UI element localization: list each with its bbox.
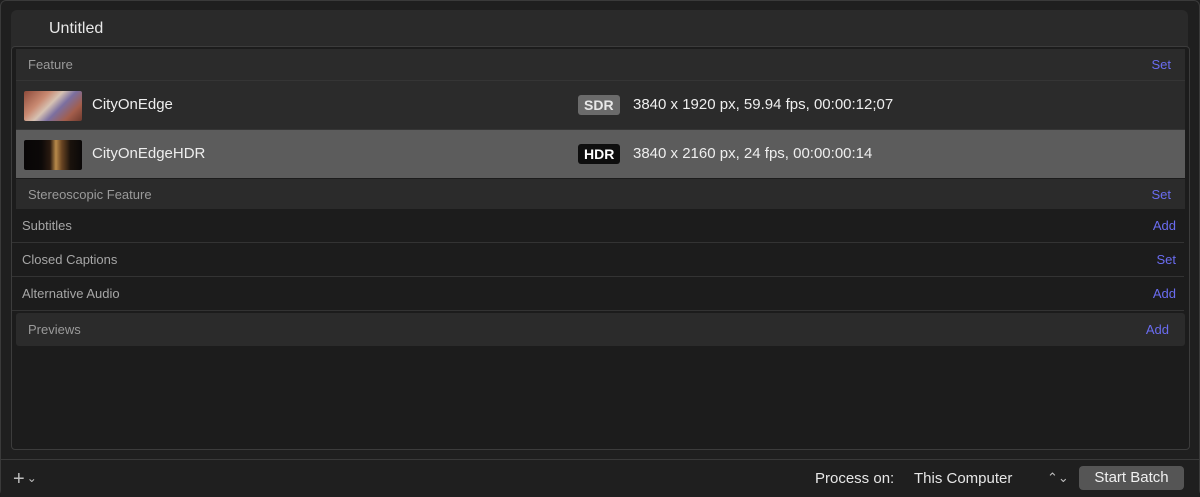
hdr-badge: HDR [578,144,621,164]
add-menu-button[interactable]: + ⌄ [13,468,37,491]
batch-title[interactable]: Untitled [49,20,103,38]
media-info: 3840 x 1920 px, 59.94 fps, 00:00:12;07 [633,96,894,113]
feature-set-button[interactable]: Set [1151,57,1171,72]
plus-icon: + [13,468,25,490]
video-thumbnail [24,91,82,121]
stereoscopic-set-button[interactable]: Set [1151,187,1171,202]
feature-label: Feature [28,57,73,72]
previews-add-button[interactable]: Add [1146,322,1169,337]
process-on-select[interactable]: This Computer ⌃⌄ [914,470,1069,487]
feature-header: Feature Set [16,49,1185,79]
stereoscopic-section: Stereoscopic Feature Set [16,179,1185,209]
stereoscopic-label: Stereoscopic Feature [28,187,152,202]
bottom-toolbar: + ⌄ Process on: This Computer ⌃⌄ Start Ba… [1,459,1199,497]
media-name: CityOnEdge [92,96,173,113]
closed-captions-set-button[interactable]: Set [1156,252,1176,267]
batch-window: Untitled Feature Set CityOnEdge SDR 3840… [0,0,1200,497]
process-on-value: This Computer [914,470,1013,487]
alternative-audio-row: Alternative Audio Add [12,277,1184,311]
video-thumbnail [24,140,82,170]
stereoscopic-header: Stereoscopic Feature Set [16,179,1185,209]
feature-section: Feature Set CityOnEdge SDR 3840 x 1920 p… [16,49,1185,178]
alternative-audio-add-button[interactable]: Add [1153,286,1176,301]
chevron-down-icon: ⌄ [26,471,37,485]
package-panel: Feature Set CityOnEdge SDR 3840 x 1920 p… [11,46,1190,450]
closed-captions-row: Closed Captions Set [12,243,1184,277]
media-name: CityOnEdgeHDR [92,145,206,162]
subtitles-row: Subtitles Add [12,209,1184,243]
start-batch-button[interactable]: Start Batch [1079,466,1184,490]
sdr-badge: SDR [578,95,620,115]
subtitles-add-button[interactable]: Add [1153,218,1176,233]
previews-label: Previews [28,322,81,337]
closed-captions-label: Closed Captions [22,252,118,267]
up-down-chevron-icon: ⌃⌄ [1047,470,1069,485]
previews-header: Previews Add [16,313,1185,346]
batch-title-bar: Untitled [11,10,1188,48]
previews-section: Previews Add [16,313,1185,346]
media-row-cityonedge[interactable]: CityOnEdge SDR 3840 x 1920 px, 59.94 fps… [16,80,1185,129]
alternative-audio-label: Alternative Audio [22,286,120,301]
media-row-cityonedgehdr[interactable]: CityOnEdgeHDR HDR 3840 x 2160 px, 24 fps… [16,129,1185,178]
media-info: 3840 x 2160 px, 24 fps, 00:00:00:14 [633,145,873,162]
process-on-label: Process on: [815,470,895,487]
subtitles-label: Subtitles [22,218,72,233]
